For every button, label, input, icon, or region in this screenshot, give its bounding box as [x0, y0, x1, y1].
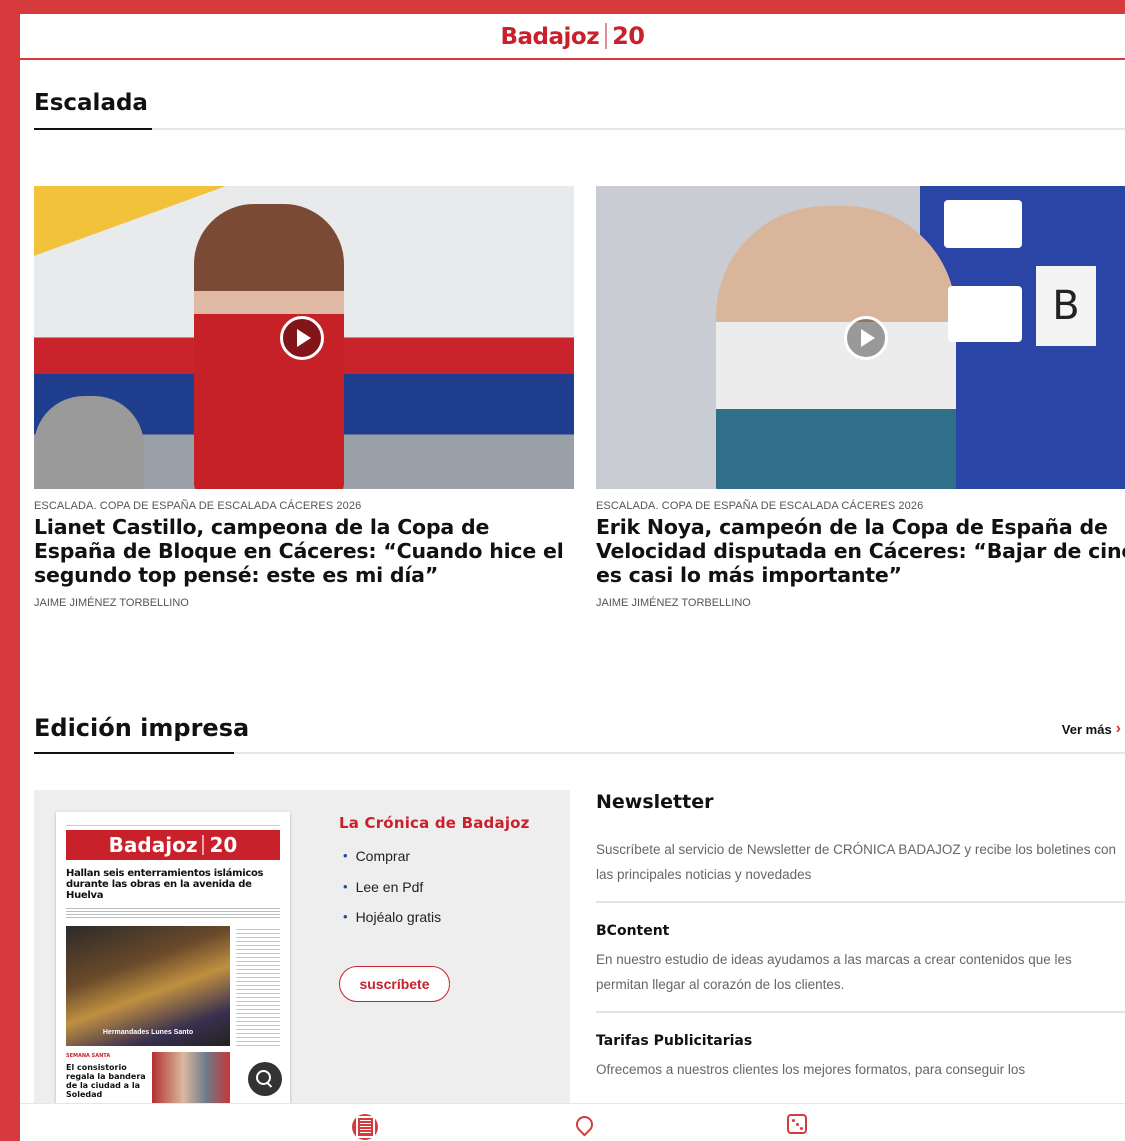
- link-comprar[interactable]: Comprar: [339, 848, 441, 879]
- top-frame: [0, 0, 1125, 14]
- article-author[interactable]: JAIME JIMÉNEZ TORBELLINO: [596, 597, 1125, 609]
- cover-photo: Hermandades Lunes Santo: [66, 926, 230, 1046]
- logo-separator: [605, 23, 608, 49]
- article-headline[interactable]: Erik Noya, campeón de la Copa de España …: [596, 515, 1125, 587]
- section-title-edicion-impresa[interactable]: Edición impresa: [34, 714, 249, 742]
- article-image[interactable]: B: [596, 186, 1125, 489]
- bottom-nav: [20, 1103, 1125, 1141]
- divider: [596, 901, 1125, 903]
- logo-number: 20: [612, 22, 645, 50]
- article-kicker[interactable]: ESCALADA. COPA DE ESPAÑA DE ESCALADA CÁC…: [596, 500, 1125, 512]
- cover-side-column: [236, 926, 280, 1046]
- cover-sub-tag: SEMANA SANTA: [66, 1053, 111, 1059]
- ver-mas-label: Ver más: [1061, 721, 1112, 737]
- play-icon[interactable]: [844, 316, 888, 360]
- article-headline-text: Erik Noya, campeón de la Copa de España …: [596, 515, 1125, 587]
- services-column: Newsletter Suscríbete al servicio de New…: [596, 790, 1125, 1082]
- article-card[interactable]: B ESCALADA. COPA DE ESPAÑA DE ESCALADA C…: [596, 186, 1125, 609]
- cover-mast-number: 20: [209, 833, 238, 857]
- print-edition-box: Badajoz 20 Hallan seis enterramientos is…: [34, 790, 570, 1112]
- cover-sub-text: El consistorio regala la bandera de la c…: [66, 1063, 146, 1099]
- newsletter-text: Suscríbete al servicio de Newsletter de …: [596, 842, 1116, 882]
- ver-mas-link[interactable]: Ver más ›: [1062, 720, 1121, 738]
- article-image[interactable]: [34, 186, 574, 489]
- section-divider: [34, 128, 1125, 130]
- link-hojealo-gratis[interactable]: Hojéalo gratis: [339, 909, 442, 940]
- cover-topline: [66, 818, 280, 826]
- sponsor-sign: [944, 200, 1022, 248]
- cover-masthead: Badajoz 20: [66, 830, 280, 860]
- play-icon[interactable]: [280, 316, 324, 360]
- publication-links: Comprar Lee en Pdf Hojéalo gratis: [339, 848, 442, 940]
- athlete-figure: [716, 206, 956, 489]
- site-header: Badajoz 20: [20, 14, 1125, 60]
- article-kicker[interactable]: ESCALADA. COPA DE ESPAÑA DE ESCALADA CÁC…: [34, 500, 574, 512]
- publication-title: La Crónica de Badajoz: [339, 814, 530, 832]
- newsletter-title[interactable]: Newsletter: [596, 791, 1125, 813]
- cover-headline: Hallan seis enterramientos islámicos dur…: [66, 868, 264, 901]
- page: Badajoz 20 Escalada ESCALADA. COPA DE ES…: [20, 14, 1125, 1141]
- site-logo[interactable]: Badajoz 20: [500, 22, 645, 50]
- document-icon[interactable]: [352, 1114, 378, 1140]
- subscribe-button[interactable]: suscríbete: [339, 966, 450, 1002]
- route-letter-sign: B: [1036, 266, 1096, 346]
- cover-mast-name: Badajoz: [108, 833, 198, 857]
- article-headline[interactable]: Lianet Castillo, campeona de la Copa de …: [34, 515, 574, 587]
- sponsor-sign: [948, 286, 1022, 342]
- bcontent-title[interactable]: BContent: [596, 923, 1125, 939]
- cover-subheadline: SEMANA SANTA El consistorio regala la ba…: [66, 1052, 148, 1099]
- divider: [596, 1011, 1125, 1013]
- chevron-right-icon: ›: [1115, 720, 1121, 737]
- cover-photo-caption: Hermandades Lunes Santo: [102, 1029, 194, 1036]
- cover-body-text: [66, 906, 280, 920]
- bcontent-text: En nuestro estudio de ideas ayudamos a l…: [596, 952, 1072, 992]
- tarifas-text: Ofrecemos a nuestros clientes los mejore…: [596, 1062, 1026, 1077]
- article-author[interactable]: JAIME JIMÉNEZ TORBELLINO: [34, 597, 574, 609]
- newspaper-cover[interactable]: Badajoz 20 Hallan seis enterramientos is…: [56, 812, 290, 1112]
- section-title-escalada[interactable]: Escalada: [34, 90, 148, 116]
- person-silhouette: [34, 396, 144, 489]
- section-divider: [34, 752, 1125, 754]
- link-lee-en-pdf[interactable]: Lee en Pdf: [339, 879, 441, 910]
- magnify-icon[interactable]: [248, 1062, 282, 1096]
- tarifas-title[interactable]: Tarifas Publicitarias: [596, 1033, 1125, 1049]
- article-card[interactable]: ESCALADA. COPA DE ESPAÑA DE ESCALADA CÁC…: [34, 186, 574, 609]
- dice-icon[interactable]: [787, 1114, 807, 1134]
- logo-name: Badajoz: [500, 24, 600, 50]
- cover-mast-separator: [202, 835, 205, 855]
- location-pin-icon[interactable]: [574, 1112, 594, 1136]
